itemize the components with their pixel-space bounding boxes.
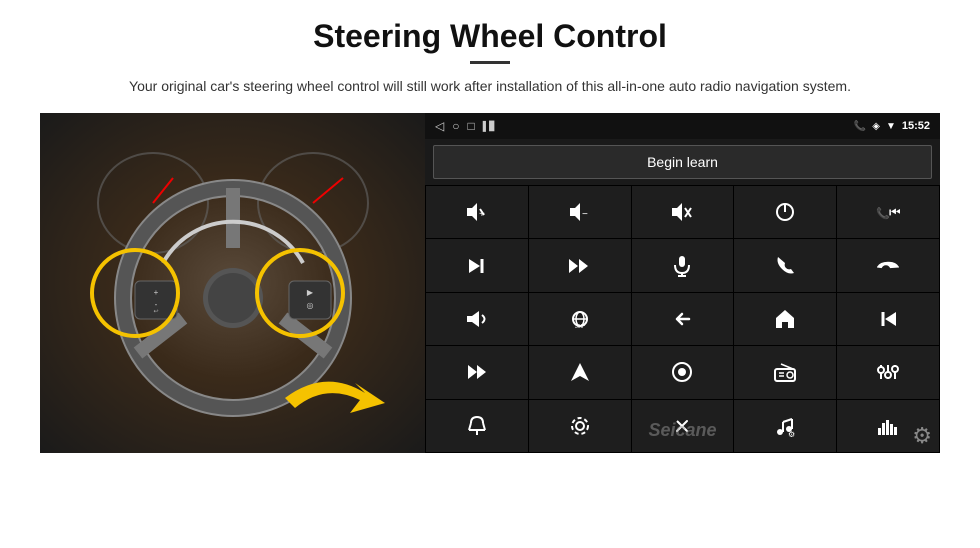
home-circle-icon[interactable]: ○: [452, 119, 459, 133]
svg-text:+: +: [479, 209, 485, 220]
status-bar: ◁ ○ □ ▌▊ 📞 ◈ ▼ 15:52: [425, 113, 940, 139]
gear-settings-button[interactable]: ⚙: [912, 423, 932, 449]
radio-button[interactable]: [734, 346, 836, 398]
car-image-area: + - ↩ ▶ ◎: [40, 113, 425, 453]
svg-text:360°: 360°: [575, 324, 585, 330]
voice-button[interactable]: [426, 400, 528, 452]
signal-icon: ▌▊: [483, 121, 496, 132]
back-arrow-icon[interactable]: ◁: [435, 119, 444, 133]
yellow-arrow: [275, 358, 415, 438]
page-container: Steering Wheel Control Your original car…: [0, 0, 980, 548]
highlight-circle-left: [90, 248, 180, 338]
wifi-icon: ▼: [886, 121, 896, 132]
next-track-button[interactable]: [426, 239, 528, 291]
settings2-button[interactable]: [529, 400, 631, 452]
svg-text:⚙: ⚙: [788, 430, 795, 437]
page-title: Steering Wheel Control: [313, 18, 667, 55]
bluetooth-button[interactable]: [632, 400, 734, 452]
steering-wheel-bg: + - ↩ ▶ ◎: [40, 113, 425, 453]
enter-button[interactable]: [632, 346, 734, 398]
content-row: + - ↩ ▶ ◎: [40, 113, 940, 453]
music-button[interactable]: ⚙: [734, 400, 836, 452]
call-button[interactable]: [734, 239, 836, 291]
svg-text:📞: 📞: [876, 206, 890, 220]
title-divider: [470, 61, 510, 64]
highlight-circle-right: [255, 248, 345, 338]
phone-icon: 📞: [854, 121, 866, 132]
prev-track-button[interactable]: [837, 293, 939, 345]
android-panel: ◁ ○ □ ▌▊ 📞 ◈ ▼ 15:52 Begin learn: [425, 113, 940, 453]
location-icon: ◈: [872, 121, 880, 132]
svg-text:⏮: ⏮: [889, 204, 900, 220]
skip-fwd-button[interactable]: [426, 346, 528, 398]
mic-button[interactable]: [632, 239, 734, 291]
hang-up-button[interactable]: [837, 239, 939, 291]
begin-learn-button[interactable]: Begin learn: [433, 145, 932, 179]
page-subtitle: Your original car's steering wheel contr…: [129, 76, 851, 97]
status-bar-right: 📞 ◈ ▼ 15:52: [854, 120, 930, 132]
equalizer-button[interactable]: [837, 346, 939, 398]
vol-up-button[interactable]: +: [426, 186, 528, 238]
horn-button[interactable]: [426, 293, 528, 345]
back-button[interactable]: [632, 293, 734, 345]
home-button[interactable]: [734, 293, 836, 345]
status-time: 15:52: [902, 120, 930, 132]
begin-learn-row: Begin learn: [425, 139, 940, 185]
vol-down-button[interactable]: −: [529, 186, 631, 238]
status-bar-left: ◁ ○ □ ▌▊: [435, 119, 496, 133]
mute-button[interactable]: [632, 186, 734, 238]
button-grid: + − 📞⏮: [425, 185, 940, 453]
360-cam-button[interactable]: 360°: [529, 293, 631, 345]
call-prev-button[interactable]: 📞⏮: [837, 186, 939, 238]
power-button[interactable]: [734, 186, 836, 238]
fast-fwd-button[interactable]: [529, 239, 631, 291]
recents-square-icon[interactable]: □: [467, 119, 474, 133]
svg-text:−: −: [582, 209, 588, 220]
navi-button[interactable]: [529, 346, 631, 398]
